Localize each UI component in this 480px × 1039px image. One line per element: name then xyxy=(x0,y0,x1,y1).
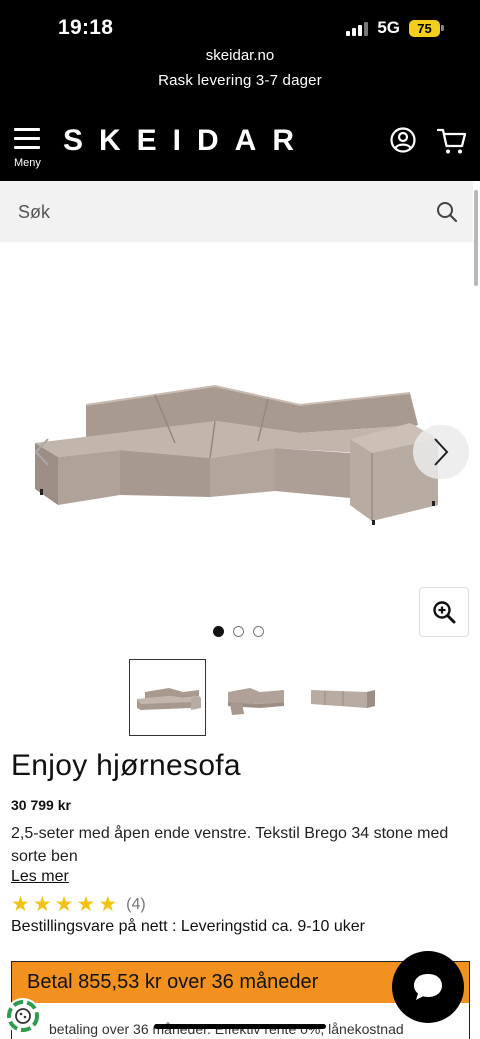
page: 19:18 5G 75 skeidar.no Rask levering 3-7… xyxy=(0,0,480,1039)
thumbnail-strip xyxy=(129,659,380,736)
chevron-right-icon xyxy=(434,438,449,466)
signal-icon xyxy=(346,20,369,36)
thumbnail-2[interactable] xyxy=(216,659,293,736)
thumbnail-image xyxy=(310,689,375,708)
zoom-button[interactable] xyxy=(419,587,469,637)
product-description: 2,5-seter med åpen ende venstre. Tekstil… xyxy=(11,825,449,865)
search-icon[interactable] xyxy=(436,201,458,223)
carousel-dot-1[interactable] xyxy=(213,626,224,637)
carousel-dot-2[interactable] xyxy=(233,626,244,637)
product-title: Enjoy hjørnesofa xyxy=(11,749,241,782)
availability-text: Bestillingsvare på nett : Leveringstid c… xyxy=(11,918,365,935)
read-more-link[interactable]: Les mer xyxy=(11,868,69,886)
scrollbar[interactable] xyxy=(474,190,478,286)
product-price: 30 799 kr xyxy=(11,797,71,813)
prev-image-button[interactable] xyxy=(18,425,66,479)
home-indicator[interactable] xyxy=(154,1024,326,1029)
status-time: 19:18 xyxy=(58,16,114,39)
next-image-button[interactable] xyxy=(413,425,469,479)
star-icon: ★ xyxy=(11,893,30,916)
menu-button[interactable] xyxy=(14,128,44,155)
thumbnail-image xyxy=(227,687,284,715)
chevron-left-icon xyxy=(34,438,49,466)
user-icon[interactable] xyxy=(390,127,416,153)
battery-level: 75 xyxy=(409,19,440,37)
thumbnail-image xyxy=(136,687,201,710)
site-logo[interactable]: SKEIDAR xyxy=(63,124,310,158)
cookie-icon xyxy=(7,1000,39,1032)
cart-icon[interactable] xyxy=(437,127,467,155)
chat-button[interactable] xyxy=(392,951,464,1023)
hamburger-icon xyxy=(14,128,44,149)
star-icon: ★ xyxy=(32,893,52,916)
battery-icon: 75 xyxy=(409,19,444,37)
delivery-banner: Rask levering 3-7 dager xyxy=(158,72,322,89)
sofa-image xyxy=(35,384,438,525)
search-bar xyxy=(0,181,473,242)
zoom-in-icon xyxy=(433,601,456,624)
product-rating[interactable]: ★ ★ ★ ★ ★ (4) xyxy=(11,893,146,916)
header: 19:18 5G 75 skeidar.no Rask levering 3-7… xyxy=(0,0,480,181)
thumbnail-1[interactable] xyxy=(129,659,206,736)
network-type: 5G xyxy=(377,18,400,37)
carousel-dot-3[interactable] xyxy=(253,626,264,637)
menu-label[interactable]: Meny xyxy=(14,157,41,169)
thumbnail-3[interactable] xyxy=(303,659,380,736)
carousel-dots xyxy=(213,626,264,637)
star-icon: ★ xyxy=(76,893,96,916)
rating-count: (4) xyxy=(126,896,146,913)
cookie-settings-button[interactable] xyxy=(5,998,41,1034)
search-input[interactable] xyxy=(18,199,398,225)
product-image[interactable] xyxy=(0,243,473,653)
finance-headline: Betal 855,53 kr over 36 måneder xyxy=(27,971,319,993)
site-url[interactable]: skeidar.no xyxy=(0,47,480,64)
chat-icon xyxy=(414,974,442,1000)
star-icon: ★ xyxy=(98,893,118,916)
star-icon: ★ xyxy=(54,893,74,916)
status-indicators: 5G 75 xyxy=(346,18,444,38)
